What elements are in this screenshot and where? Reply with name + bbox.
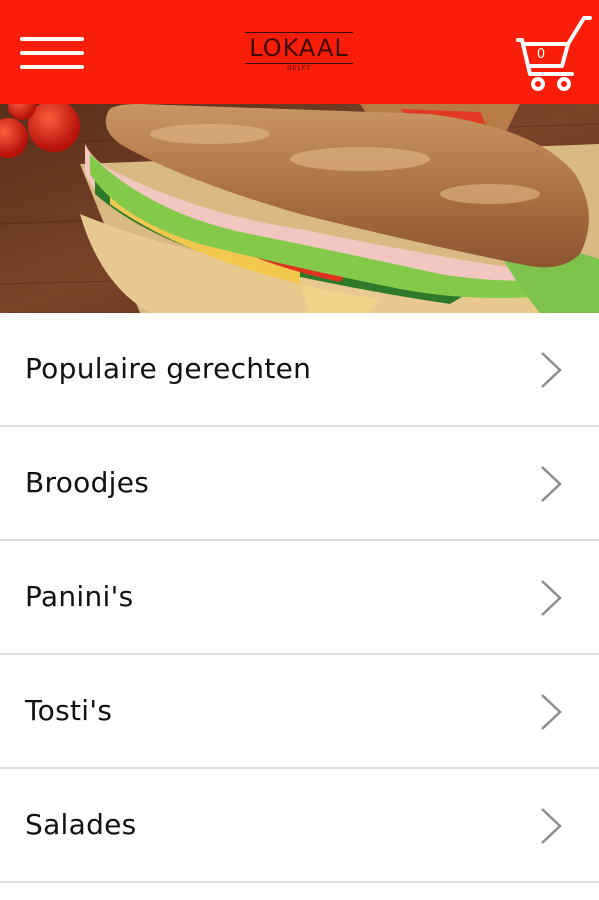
chevron-right-icon: [541, 808, 562, 844]
menu-button[interactable]: [20, 33, 84, 73]
brand-logo[interactable]: LOKAAL DELFT: [238, 28, 360, 76]
chevron-right-icon: [541, 694, 562, 730]
app-screen: LOKAAL DELFT 0 Populaire gerechten Brood…: [0, 0, 599, 900]
chevron-right-icon: [541, 580, 562, 616]
category-item-salades[interactable]: Salades: [0, 769, 599, 883]
shopping-cart-icon: [516, 16, 592, 91]
hero-banner-image: [0, 104, 599, 313]
chevron-right-icon: [541, 352, 562, 388]
chevron-right-icon: [541, 466, 562, 502]
category-item-populaire-gerechten[interactable]: Populaire gerechten: [0, 313, 599, 427]
category-label: Populaire gerechten: [25, 352, 312, 385]
category-item-paninis[interactable]: Panini's: [0, 541, 599, 655]
category-label: Tosti's: [25, 694, 113, 727]
category-list: Populaire gerechten Broodjes Panini's To…: [0, 313, 599, 900]
category-item-tostis[interactable]: Tosti's: [0, 655, 599, 769]
brand-name: LOKAAL: [249, 34, 349, 62]
cart-button[interactable]: 0: [512, 14, 592, 94]
category-label: Salades: [25, 808, 137, 841]
category-label: Broodjes: [25, 466, 150, 499]
category-item-broodjes[interactable]: Broodjes: [0, 427, 599, 541]
brand-subtitle: DELFT: [287, 65, 311, 72]
category-label: Panini's: [25, 580, 134, 613]
app-header: LOKAAL DELFT 0: [0, 0, 599, 104]
cart-count-badge: 0: [536, 47, 546, 62]
